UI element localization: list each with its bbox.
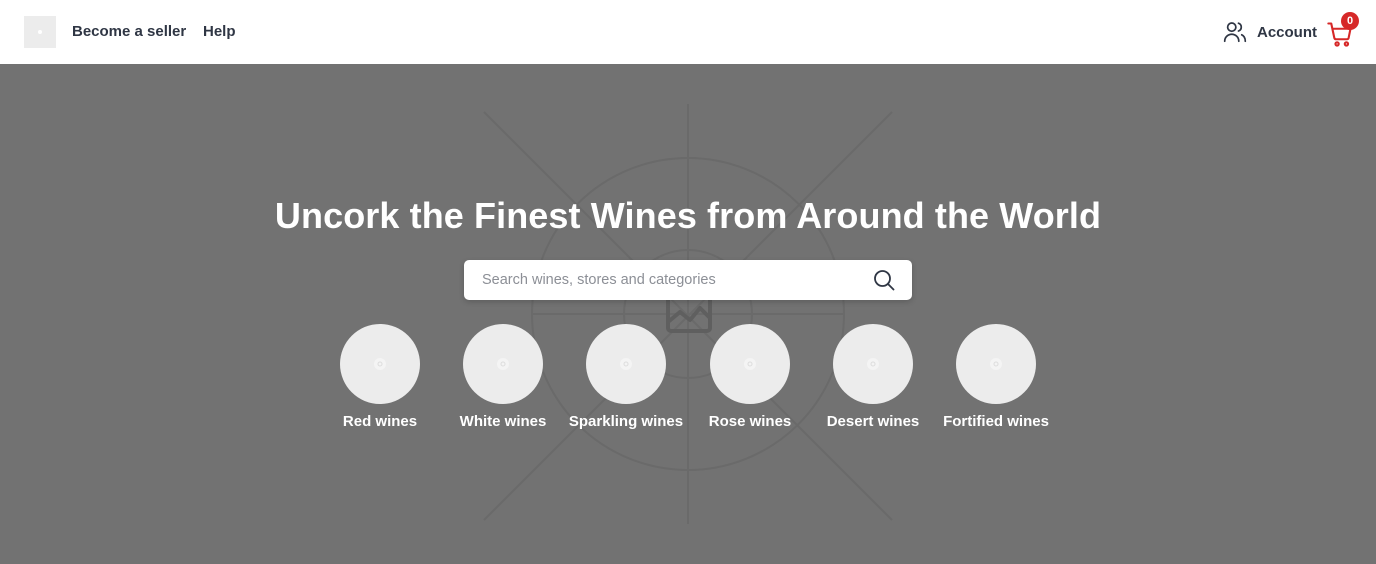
category-image [833, 324, 913, 404]
category-sparkling-wines[interactable]: Sparkling wines [566, 324, 686, 430]
category-red-wines[interactable]: Red wines [320, 324, 440, 430]
category-list: Red wines White wines Sparkling wines Ro… [0, 324, 1376, 444]
account-button[interactable]: Account [1222, 19, 1317, 45]
category-white-wines[interactable]: White wines [443, 324, 563, 430]
category-label: Desert wines [826, 413, 920, 430]
site-header: Become a seller Help Account 0 [0, 0, 1376, 64]
image-placeholder-icon [744, 358, 756, 370]
help-link[interactable]: Help [203, 22, 236, 42]
become-seller-link[interactable]: Become a seller [72, 22, 186, 42]
category-rose-wines[interactable]: Rose wines [690, 324, 810, 430]
cart-count-badge: 0 [1341, 12, 1359, 30]
hero-placeholder-image [483, 104, 893, 524]
category-image [956, 324, 1036, 404]
search-bar [464, 260, 912, 300]
image-placeholder-icon [620, 358, 632, 370]
cart-button[interactable]: 0 [1326, 12, 1359, 48]
site-logo[interactable] [24, 16, 56, 48]
hero-section: Uncork the Finest Wines from Around the … [0, 64, 1376, 564]
image-placeholder-icon [990, 358, 1002, 370]
category-label: Sparkling wines [568, 413, 684, 430]
category-image [710, 324, 790, 404]
account-label: Account [1257, 23, 1317, 41]
category-label: Fortified wines [943, 413, 1049, 430]
search-input[interactable] [480, 261, 860, 299]
image-placeholder-icon [867, 358, 879, 370]
image-placeholder-icon [497, 358, 509, 370]
category-label: White wines [459, 413, 547, 430]
hero-title: Uncork the Finest Wines from Around the … [274, 195, 1102, 236]
search-icon[interactable] [872, 268, 896, 292]
category-image [463, 324, 543, 404]
category-label: Red wines [342, 413, 418, 430]
category-fortified-wines[interactable]: Fortified wines [936, 324, 1056, 430]
category-desert-wines[interactable]: Desert wines [813, 324, 933, 430]
logo-placeholder-icon [38, 30, 42, 34]
users-icon [1223, 22, 1247, 43]
category-image [340, 324, 420, 404]
image-placeholder-icon [374, 358, 386, 370]
category-label: Rose wines [708, 413, 792, 430]
category-image [586, 324, 666, 404]
